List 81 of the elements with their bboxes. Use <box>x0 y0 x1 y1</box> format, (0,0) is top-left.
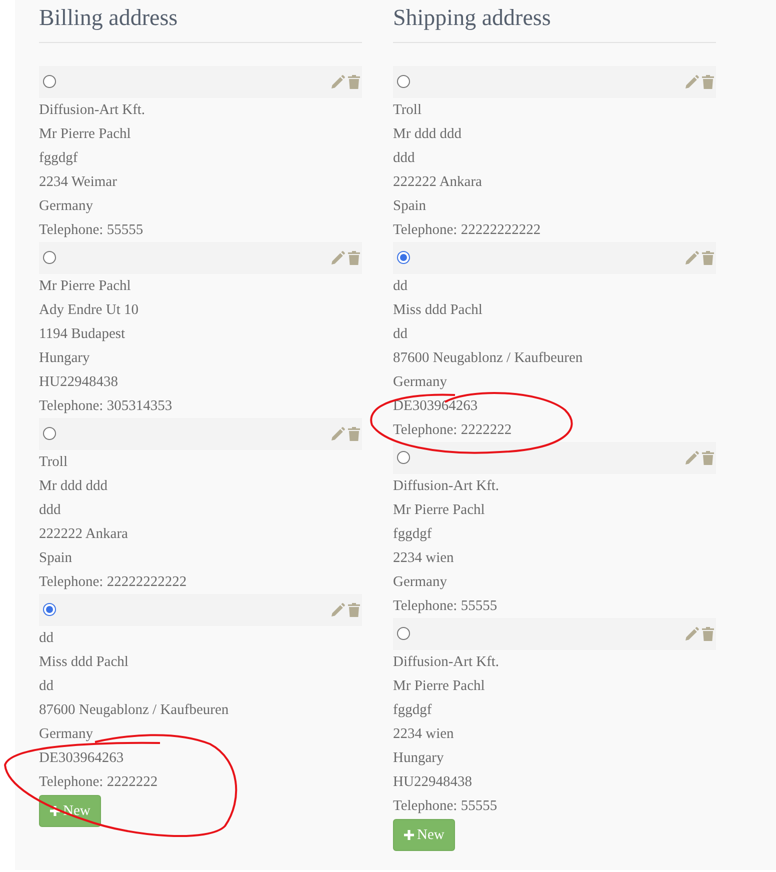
address-line: Telephone: 22222222222 <box>39 573 188 592</box>
address-line: Germany <box>393 573 448 592</box>
address-line: Spain <box>39 549 74 568</box>
address-line: DE303964263 <box>393 397 479 416</box>
address-line: Germany <box>39 725 94 744</box>
address-line: Mr Pierre Pachl <box>393 501 486 520</box>
address-line: Hungary <box>393 749 445 768</box>
radio-button[interactable] <box>397 75 410 88</box>
address-line: fggdgf <box>39 149 79 168</box>
address-line: ddd <box>39 501 62 520</box>
address-line: dd <box>393 325 408 344</box>
address-line: Mr Pierre Pachl <box>39 125 132 144</box>
address-line: Telephone: 55555 <box>393 797 498 816</box>
trash-icon[interactable] <box>702 451 714 465</box>
address-line: Diffusion-Art Kft. <box>393 653 500 672</box>
address-line: DE303964263 <box>39 749 125 768</box>
trash-icon[interactable] <box>702 627 714 641</box>
address-line: ddd <box>393 149 416 168</box>
pencil-icon[interactable] <box>331 603 345 617</box>
address-line: HU22948438 <box>39 373 119 392</box>
pencil-icon[interactable] <box>685 251 699 265</box>
new-button[interactable]: New <box>39 795 102 827</box>
new-button[interactable]: New <box>393 819 456 851</box>
pencil-icon[interactable] <box>685 451 699 465</box>
pencil-icon[interactable] <box>685 627 699 641</box>
address-line: dd <box>39 629 54 648</box>
section-title: Billing address <box>39 0 362 43</box>
pencil-icon[interactable] <box>685 75 699 89</box>
address-line: Hungary <box>39 349 91 368</box>
section-title: Shipping address <box>393 0 716 43</box>
pencil-icon[interactable] <box>331 75 345 89</box>
address-line: 87600 Neugablonz / Kaufbeuren <box>393 349 584 368</box>
address-line: dd <box>39 677 54 696</box>
address-line: 2234 wien <box>393 549 455 568</box>
trash-icon[interactable] <box>348 427 360 441</box>
plus-icon <box>50 806 60 816</box>
address-line: Germany <box>393 373 448 392</box>
address-line: 2234 Weimar <box>39 173 118 192</box>
address-line: Telephone: 55555 <box>39 221 144 240</box>
radio-button[interactable] <box>397 451 410 464</box>
radio-button[interactable] <box>43 251 56 264</box>
pencil-icon[interactable] <box>331 251 345 265</box>
address-line: Spain <box>393 197 428 216</box>
address-line: Telephone: 305314353 <box>39 397 174 416</box>
radio-button[interactable] <box>397 251 410 264</box>
radio-button[interactable] <box>43 427 56 440</box>
address-line: 222222 Ankara <box>39 525 129 544</box>
plus-icon <box>404 830 414 840</box>
address-line: Troll <box>393 101 422 120</box>
address-line: Telephone: 22222222222 <box>393 221 542 240</box>
radio-button[interactable] <box>43 75 56 88</box>
address-line: Telephone: 55555 <box>393 597 498 616</box>
address-line: HU22948438 <box>393 773 473 792</box>
trash-icon[interactable] <box>702 251 714 265</box>
trash-icon[interactable] <box>348 75 360 89</box>
trash-icon[interactable] <box>348 603 360 617</box>
pencil-icon[interactable] <box>331 427 345 441</box>
address-line: Miss ddd Pachl <box>393 301 484 320</box>
radio-button[interactable] <box>397 627 410 640</box>
address-line: Telephone: 2222222 <box>393 421 513 440</box>
address-line: 222222 Ankara <box>393 173 483 192</box>
address-line: fggdgf <box>393 525 433 544</box>
trash-icon[interactable] <box>702 75 714 89</box>
address-line: Mr ddd ddd <box>39 477 108 496</box>
address-line: Mr Pierre Pachl <box>393 677 486 696</box>
address-line: Miss ddd Pachl <box>39 653 130 672</box>
address-line: Ady Endre Ut 10 <box>39 301 140 320</box>
address-line: Germany <box>39 197 94 216</box>
address-line: 1194 Budapest <box>39 325 126 344</box>
address-line: fggdgf <box>393 701 433 720</box>
address-line: Mr Pierre Pachl <box>39 277 132 296</box>
address-line: Mr ddd ddd <box>393 125 462 144</box>
address-line: dd <box>393 277 408 296</box>
radio-button[interactable] <box>43 603 56 616</box>
trash-icon[interactable] <box>348 251 360 265</box>
address-line: Troll <box>39 453 68 472</box>
address-line: Diffusion-Art Kft. <box>393 477 500 496</box>
address-line: 2234 wien <box>393 725 455 744</box>
address-line: Telephone: 2222222 <box>39 773 159 792</box>
address-line: 87600 Neugablonz / Kaufbeuren <box>39 701 230 720</box>
address-line: Diffusion-Art Kft. <box>39 101 146 120</box>
